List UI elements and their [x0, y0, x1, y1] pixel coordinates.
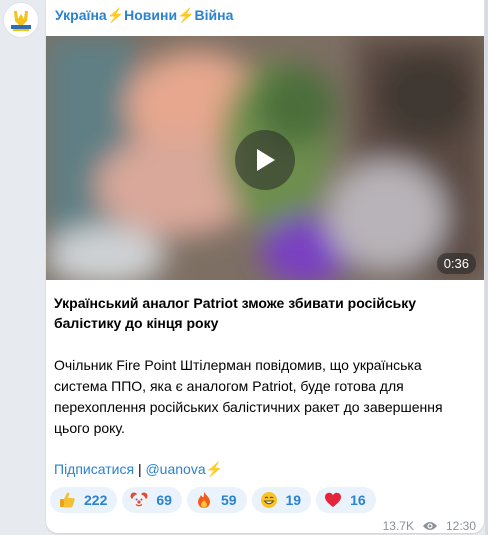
heart-icon	[325, 492, 342, 507]
reactions-bar: 222 69 59 19 16	[50, 487, 376, 513]
channel-logo-icon	[11, 11, 31, 31]
post-body: Очільник Fire Point Штілерман повідомив,…	[54, 357, 443, 436]
play-icon	[257, 149, 275, 171]
channel-handle-link[interactable]: @uanova	[145, 461, 205, 477]
lightning-icon: ⚡	[106, 7, 125, 23]
channel-name[interactable]: Україна⚡Новини⚡Війна	[55, 7, 233, 24]
post-headline: Український аналог Patriot зможе збивати…	[54, 295, 417, 331]
thumbs-up-icon	[60, 492, 75, 508]
view-count: 13.7K	[382, 519, 414, 533]
clown-face-icon	[130, 492, 148, 508]
reaction-grin[interactable]: 19	[251, 487, 312, 513]
channel-name-part-3: Війна	[194, 7, 234, 23]
reaction-clown[interactable]: 69	[122, 487, 182, 513]
reaction-count: 19	[285, 492, 302, 508]
message-bubble: Україна⚡Новини⚡Війна 0:36 Український ан…	[46, 0, 484, 533]
channel-name-part-2: Новини	[124, 7, 178, 23]
post-links: Підписатися | @uanova⚡	[54, 460, 223, 478]
reaction-count: 222	[84, 492, 108, 508]
reaction-heart[interactable]: 16	[316, 487, 376, 513]
reaction-count: 69	[156, 492, 172, 508]
play-button[interactable]	[235, 130, 295, 190]
lightning-icon: ⚡	[177, 7, 195, 23]
message-meta: 13.7K 12:30	[383, 519, 476, 533]
reaction-count: 16	[350, 492, 366, 508]
eye-icon	[422, 522, 437, 530]
lightning-icon: ⚡	[205, 461, 224, 477]
grin-icon	[260, 492, 277, 508]
post-time: 12:30	[445, 519, 476, 533]
reaction-count: 59	[220, 492, 237, 508]
video-preview[interactable]: 0:36	[46, 36, 484, 280]
video-duration: 0:36	[436, 253, 476, 274]
reaction-thumbs-up[interactable]: 222	[50, 487, 118, 513]
subscribe-link[interactable]: Підписатися	[54, 461, 134, 477]
channel-avatar[interactable]	[3, 2, 39, 38]
channel-name-part-1: Україна	[55, 7, 107, 23]
link-separator: |	[137, 461, 142, 477]
fire-icon	[197, 492, 210, 508]
reaction-fire[interactable]: 59	[186, 487, 247, 513]
